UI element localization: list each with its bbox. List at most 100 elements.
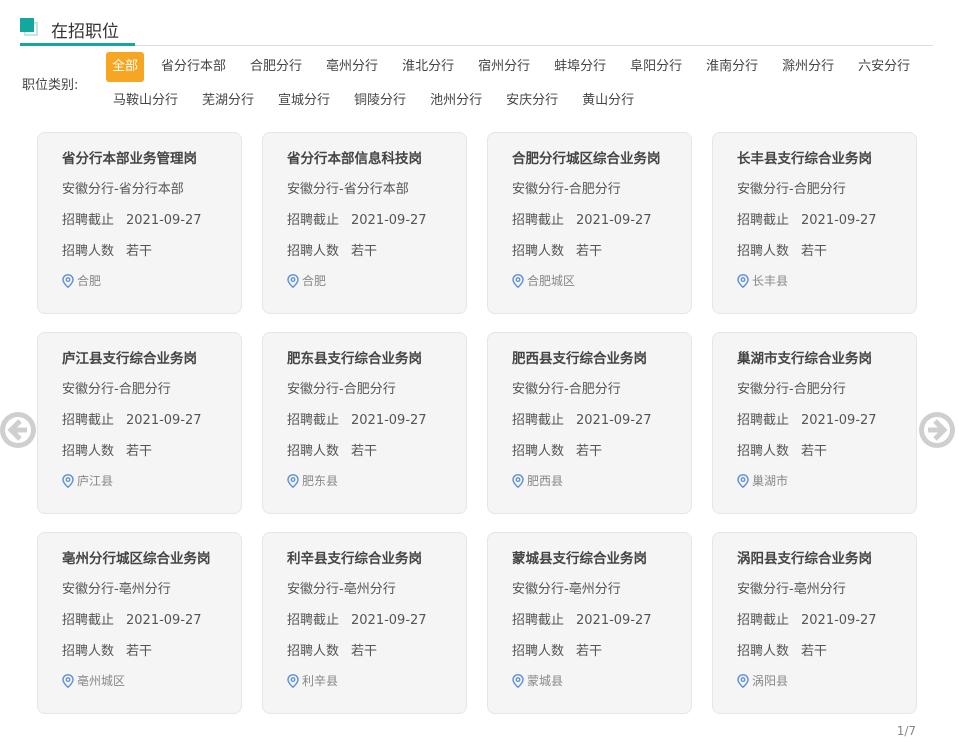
- job-location: 合肥: [62, 272, 101, 289]
- location-pin-icon: [62, 473, 74, 488]
- section-square-icon: [20, 18, 38, 36]
- filter-chip[interactable]: 六安分行: [851, 52, 917, 82]
- headcount-value: 若干: [126, 244, 153, 259]
- headcount-label: 招聘人数: [512, 444, 565, 459]
- job-card[interactable]: 省分行本部业务管理岗 安徽分行-省分行本部 招聘截止 2021-09-27 招聘人数 若干…: [37, 132, 242, 314]
- location-text: 合肥: [77, 274, 102, 288]
- job-organization: 安徽分行-合肥分行: [62, 382, 171, 397]
- filter-chip[interactable]: 蚌埠分行: [547, 52, 613, 82]
- filter-chip[interactable]: 淮北分行: [395, 52, 461, 82]
- job-card[interactable]: 巢湖市支行综合业务岗 安徽分行-合肥分行 招聘截止 2021-09-27 招聘人数 若干巢…: [712, 332, 917, 514]
- job-headcount: 招聘人数 若干: [512, 240, 602, 259]
- deadline-label: 招聘截止: [62, 413, 115, 428]
- job-title: 巢湖市支行综合业务岗: [737, 351, 872, 367]
- job-location: 利辛县: [287, 672, 338, 689]
- job-organization: 安徽分行-省分行本部: [287, 182, 409, 197]
- job-card[interactable]: 蒙城县支行综合业务岗 安徽分行-亳州分行 招聘截止 2021-09-27 招聘人数 若干蒙…: [487, 532, 692, 714]
- headcount-value: 若干: [801, 244, 828, 259]
- job-title: 庐江县支行综合业务岗: [62, 351, 197, 367]
- filter-chip[interactable]: 全部: [106, 52, 145, 82]
- job-card[interactable]: 肥西县支行综合业务岗 安徽分行-合肥分行 招聘截止 2021-09-27 招聘人数 若干肥…: [487, 332, 692, 514]
- location-text: 合肥城区: [527, 274, 576, 288]
- job-deadline: 招聘截止 2021-09-27: [62, 409, 202, 428]
- job-headcount: 招聘人数 若干: [737, 240, 827, 259]
- filter-chip[interactable]: 芜湖分行: [195, 86, 261, 116]
- filter-chip[interactable]: 铜陵分行: [347, 86, 413, 116]
- filter-chip[interactable]: 阜阳分行: [623, 52, 689, 82]
- job-title: 肥东县支行综合业务岗: [287, 351, 422, 367]
- headcount-value: 若干: [126, 444, 153, 459]
- job-card[interactable]: 合肥分行城区综合业务岗 安徽分行-合肥分行 招聘截止 2021-09-27 招聘人数 若干…: [487, 132, 692, 314]
- header-divider: [20, 45, 933, 46]
- deadline-label: 招聘截止: [287, 413, 340, 428]
- header-active-underline: [20, 43, 135, 46]
- deadline-value: 2021-09-27: [126, 413, 202, 428]
- job-card[interactable]: 肥东县支行综合业务岗 安徽分行-合肥分行 招聘截止 2021-09-27 招聘人数 若干肥…: [262, 332, 467, 514]
- job-organization: 安徽分行-合肥分行: [512, 182, 621, 197]
- arrow-right-circle-icon: [919, 412, 955, 448]
- location-pin-icon: [737, 273, 749, 288]
- filter-chip[interactable]: 宣城分行: [271, 86, 337, 116]
- filter-chip[interactable]: 滁州分行: [775, 52, 841, 82]
- headcount-label: 招聘人数: [287, 644, 340, 659]
- deadline-value: 2021-09-27: [126, 213, 202, 228]
- location-pin-icon: [287, 473, 299, 488]
- job-card[interactable]: 省分行本部信息科技岗 安徽分行-省分行本部 招聘截止 2021-09-27 招聘人数 若干…: [262, 132, 467, 314]
- job-location: 肥西县: [512, 472, 563, 489]
- job-location: 涡阳县: [737, 672, 788, 689]
- job-deadline: 招聘截止 2021-09-27: [62, 209, 202, 228]
- prev-page-button[interactable]: [0, 410, 38, 450]
- job-organization: 安徽分行-亳州分行: [512, 582, 621, 597]
- filter-chip[interactable]: 黄山分行: [575, 86, 641, 116]
- filter-chip[interactable]: 宿州分行: [471, 52, 537, 82]
- job-deadline: 招聘截止 2021-09-27: [737, 409, 877, 428]
- headcount-label: 招聘人数: [62, 244, 115, 259]
- job-card-grid: 省分行本部业务管理岗 安徽分行-省分行本部 招聘截止 2021-09-27 招聘人数 若干…: [37, 132, 917, 714]
- location-pin-icon: [287, 273, 299, 288]
- job-title: 省分行本部信息科技岗: [287, 151, 422, 167]
- job-location: 长丰县: [737, 272, 788, 289]
- job-deadline: 招聘截止 2021-09-27: [737, 209, 877, 228]
- deadline-label: 招聘截止: [737, 413, 790, 428]
- location-pin-icon: [287, 673, 299, 688]
- headcount-label: 招聘人数: [287, 444, 340, 459]
- job-card[interactable]: 涡阳县支行综合业务岗 安徽分行-亳州分行 招聘截止 2021-09-27 招聘人数 若干涡…: [712, 532, 917, 714]
- deadline-label: 招聘截止: [62, 213, 115, 228]
- headcount-label: 招聘人数: [737, 444, 790, 459]
- location-pin-icon: [512, 273, 524, 288]
- headcount-value: 若干: [801, 644, 828, 659]
- location-pin-icon: [512, 473, 524, 488]
- deadline-value: 2021-09-27: [576, 613, 652, 628]
- job-headcount: 招聘人数 若干: [737, 440, 827, 459]
- headcount-label: 招聘人数: [62, 444, 115, 459]
- job-card[interactable]: 庐江县支行综合业务岗 安徽分行-合肥分行 招聘截止 2021-09-27 招聘人数 若干庐…: [37, 332, 242, 514]
- location-pin-icon: [737, 473, 749, 488]
- filter-chip[interactable]: 合肥分行: [243, 52, 309, 82]
- deadline-value: 2021-09-27: [801, 613, 877, 628]
- job-title: 省分行本部业务管理岗: [62, 151, 197, 167]
- deadline-label: 招聘截止: [512, 613, 565, 628]
- job-organization: 安徽分行-省分行本部: [62, 182, 184, 197]
- filter-chip[interactable]: 池州分行: [423, 86, 489, 116]
- filter-label: 职位类别:: [22, 78, 79, 93]
- next-page-button[interactable]: [917, 410, 957, 450]
- filter-row-1: 全部 省分行本部 合肥分行 亳州分行 淮北分行 宿州分行 蚌埠分行 阜阳分行 淮南分行 滁州分行六…: [106, 52, 927, 82]
- job-card[interactable]: 亳州分行城区综合业务岗 安徽分行-亳州分行 招聘截止 2021-09-27 招聘人数 若干…: [37, 532, 242, 714]
- job-location: 合肥城区: [512, 272, 575, 289]
- filter-chip[interactable]: 省分行本部: [154, 52, 233, 82]
- job-deadline: 招聘截止 2021-09-27: [512, 409, 652, 428]
- filter-chip[interactable]: 安庆分行: [499, 86, 565, 116]
- deadline-value: 2021-09-27: [351, 413, 427, 428]
- job-card[interactable]: 利辛县支行综合业务岗 安徽分行-亳州分行 招聘截止 2021-09-27 招聘人数 若干利…: [262, 532, 467, 714]
- filter-chip[interactable]: 淮南分行: [699, 52, 765, 82]
- job-card[interactable]: 长丰县支行综合业务岗 安徽分行-合肥分行 招聘截止 2021-09-27 招聘人数 若干长…: [712, 132, 917, 314]
- filter-chip[interactable]: 马鞍山分行: [106, 86, 185, 116]
- job-title: 合肥分行城区综合业务岗: [512, 151, 661, 167]
- headcount-value: 若干: [351, 244, 378, 259]
- deadline-label: 招聘截止: [287, 613, 340, 628]
- job-title: 长丰县支行综合业务岗: [737, 151, 872, 167]
- job-headcount: 招聘人数 若干: [287, 640, 377, 659]
- filter-chip[interactable]: 亳州分行: [319, 52, 385, 82]
- job-headcount: 招聘人数 若干: [62, 240, 152, 259]
- headcount-value: 若干: [576, 444, 603, 459]
